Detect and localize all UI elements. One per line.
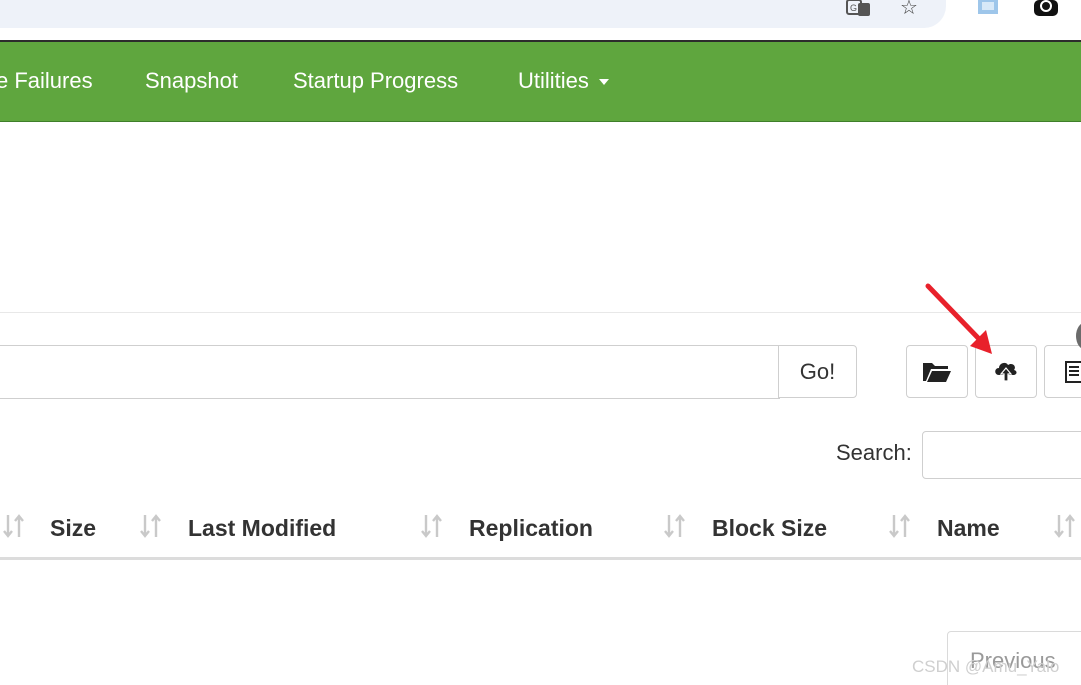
sort-icon[interactable] [1053,513,1077,539]
sort-icon[interactable] [2,513,26,539]
top-navbar: e Failures Snapshot Startup Progress Uti… [0,40,1081,122]
go-button[interactable]: Go! [778,345,857,398]
nav-item-snapshot[interactable]: Snapshot [145,68,238,94]
nav-item-datanode-volume-failures[interactable]: e Failures [0,68,93,94]
watermark: CSDN @Amu_Yalo [912,657,1060,676]
sort-icon[interactable] [139,513,163,539]
browser-chrome: G ☆ [0,0,1081,40]
annotation-arrow-icon [925,283,992,354]
divider [0,312,1081,313]
sort-icon[interactable] [420,513,444,539]
caret-down-icon [598,79,609,86]
bookmark-star-icon[interactable]: ☆ [898,0,920,18]
nav-item-utilities-label: Utilities [518,68,589,93]
folder-open-icon [923,362,951,382]
sort-icon[interactable] [888,513,912,539]
column-header-last-modified[interactable]: Last Modified [188,515,336,542]
column-header-size[interactable]: Size [50,515,96,542]
translate-icon[interactable]: G [845,0,873,16]
column-header-name[interactable]: Name [937,515,1000,542]
nav-item-utilities[interactable]: Utilities [518,68,609,94]
column-header-block-size[interactable]: Block Size [712,515,827,542]
svg-text:G: G [850,3,857,13]
column-header-replication[interactable]: Replication [469,515,593,542]
extension-icon[interactable] [976,0,1000,16]
cut-paste-button[interactable] [1044,345,1081,398]
profile-extension-icon[interactable] [1033,0,1059,16]
sort-icon[interactable] [663,513,687,539]
address-bar[interactable] [0,0,946,28]
search-label: Search: [836,440,912,465]
nav-item-startup-progress[interactable]: Startup Progress [293,68,458,94]
list-icon [1065,360,1081,383]
cloud-upload-icon [995,362,1017,382]
directory-path-input[interactable] [0,345,780,399]
table-header-divider [0,557,1081,560]
search-input[interactable] [922,431,1081,479]
